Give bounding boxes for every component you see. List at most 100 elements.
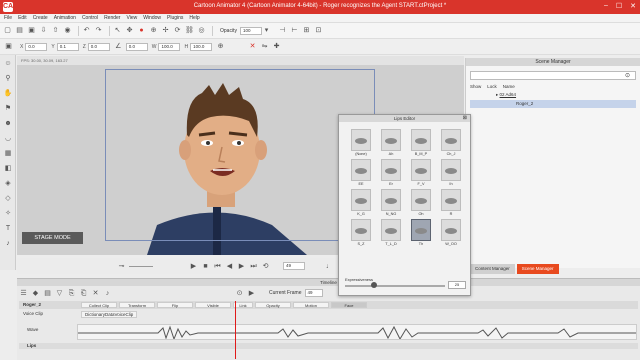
text-icon[interactable]: T xyxy=(2,223,14,235)
tab-collect-clip[interactable]: Collect Clip xyxy=(81,302,117,308)
puppet-icon[interactable]: ✋ xyxy=(2,88,14,100)
stop-icon[interactable]: ■ xyxy=(201,262,210,271)
tab-face[interactable]: Face xyxy=(331,302,367,308)
menu-render[interactable]: Render xyxy=(104,14,120,23)
fx-icon[interactable]: ✧ xyxy=(2,208,14,220)
viseme-er[interactable]: Er xyxy=(377,159,405,186)
current-frame-field[interactable]: 49 xyxy=(304,289,323,297)
menu-window[interactable]: Window xyxy=(143,14,161,23)
scene-search-icon[interactable]: ⊙ xyxy=(625,72,630,79)
reset-icon[interactable]: ✕ xyxy=(248,42,257,51)
audio-waveform[interactable] xyxy=(77,324,637,340)
menu-view[interactable]: View xyxy=(126,14,137,23)
viseme--none-[interactable]: (None) xyxy=(347,129,375,156)
scene-item-roger[interactable]: Roger_2 xyxy=(470,100,636,108)
previous-key-icon[interactable]: ⏮ xyxy=(213,262,222,271)
viseme-f-v[interactable]: F_V xyxy=(407,159,435,186)
tab-visible[interactable]: Visible xyxy=(195,302,231,308)
align-center-icon[interactable]: ⊢ xyxy=(290,26,299,35)
viseme-n-ng[interactable]: N_NG xyxy=(377,189,405,216)
track-name[interactable]: Roger_2 xyxy=(23,301,41,309)
record-icon[interactable]: ● xyxy=(137,26,146,35)
record-key-icon[interactable]: ⊙ xyxy=(235,289,244,298)
viseme-ah[interactable]: Ah xyxy=(377,129,405,156)
open-project-icon[interactable]: ▤ xyxy=(15,26,24,35)
new-project-icon[interactable]: ▢ xyxy=(3,26,12,35)
menu-help[interactable]: Help xyxy=(189,14,199,23)
face-icon[interactable]: ☻ xyxy=(2,118,14,130)
snap-icon[interactable]: ⊡ xyxy=(314,26,323,35)
menu-control[interactable]: Control xyxy=(82,14,98,23)
lock-ratio-icon[interactable]: ⊕ xyxy=(216,42,225,51)
viseme-t-l-d[interactable]: T_L_D xyxy=(377,219,405,246)
prop-icon[interactable]: ◈ xyxy=(2,178,14,190)
delete-key-icon[interactable]: ✕ xyxy=(91,289,100,298)
menu-animation[interactable]: Animation xyxy=(54,14,76,23)
audio-icon[interactable]: ♪ xyxy=(2,238,14,250)
voice-clip-name[interactable]: DictionaryDataVoiceClip xyxy=(81,311,138,318)
opacity-field[interactable]: 100 xyxy=(239,26,262,35)
export-icon[interactable]: ⇧ xyxy=(51,26,60,35)
flip-icon[interactable]: ⇋ xyxy=(260,42,269,51)
timeline-playhead[interactable] xyxy=(235,301,236,359)
viseme-th[interactable]: Th xyxy=(407,219,435,246)
viseme-ee[interactable]: EE xyxy=(347,159,375,186)
camera-icon[interactable]: ◧ xyxy=(2,163,14,175)
play-range-icon[interactable]: ▶ xyxy=(247,289,256,298)
tab-link[interactable]: Link xyxy=(233,302,253,308)
tab-flip[interactable]: Flip xyxy=(157,302,193,308)
minimize-icon[interactable]: – xyxy=(604,2,608,10)
link-icon[interactable]: ⛓ xyxy=(185,26,194,35)
scene-search-input[interactable] xyxy=(470,71,636,80)
sprite-icon[interactable]: ▦ xyxy=(2,148,14,160)
copy-key-icon[interactable]: ⎘ xyxy=(67,289,76,298)
x-field[interactable]: 0.0 xyxy=(25,42,48,51)
menu-plugins[interactable]: Plugins xyxy=(167,14,183,23)
import-icon[interactable]: ⇩ xyxy=(39,26,48,35)
h-field[interactable]: 100.0 xyxy=(190,42,213,51)
layer-icon[interactable]: ▤ xyxy=(43,289,52,298)
next-frame-icon[interactable]: ▶ xyxy=(237,262,246,271)
lips-icon[interactable]: ◡ xyxy=(2,133,14,145)
viseme-oh[interactable]: Oh xyxy=(407,189,435,216)
tab-scene-manager[interactable]: Scene Manager xyxy=(516,264,559,274)
menu-create[interactable]: Create xyxy=(33,14,48,23)
z-field[interactable]: 0.0 xyxy=(87,42,110,51)
w-field[interactable]: 100.0 xyxy=(158,42,181,51)
menu-file[interactable]: File xyxy=(4,14,12,23)
tab-transform[interactable]: Transform xyxy=(119,302,155,308)
zoom-icon[interactable]: ⊕ xyxy=(149,26,158,35)
viseme-ch-j[interactable]: Ch_J xyxy=(437,129,465,156)
y-field[interactable]: 0.1 xyxy=(56,42,79,51)
audio-track-icon[interactable]: ♪ xyxy=(103,289,112,298)
track-list-icon[interactable]: ☰ xyxy=(19,289,28,298)
viseme-w-oo[interactable]: W_OO xyxy=(437,219,465,246)
viseme-b-m-p[interactable]: B_M_P xyxy=(407,129,435,156)
dropdown-icon[interactable]: ▾ xyxy=(262,26,271,35)
viseme-s-z[interactable]: S_Z xyxy=(347,219,375,246)
pan-icon[interactable]: ✥ xyxy=(125,26,134,35)
viseme-k-g[interactable]: K_G xyxy=(347,189,375,216)
close-icon[interactable]: ✕ xyxy=(630,2,636,10)
render-icon[interactable]: ◉ xyxy=(63,26,72,35)
undo-icon[interactable]: ↶ xyxy=(82,26,91,35)
expressiveness-slider-handle[interactable] xyxy=(371,282,377,288)
rotate-icon[interactable]: ⟳ xyxy=(173,26,182,35)
menu-edit[interactable]: Edit xyxy=(18,14,27,23)
next-key-icon[interactable]: ⏭ xyxy=(249,262,258,271)
paste-key-icon[interactable]: ⎗ xyxy=(79,289,88,298)
key-icon[interactable]: ◆ xyxy=(31,289,40,298)
tab-motion[interactable]: Motion xyxy=(293,302,329,308)
grid-icon[interactable]: ⊞ xyxy=(302,26,311,35)
bone-icon[interactable]: ⚲ xyxy=(2,73,14,85)
tab-opacity[interactable]: Opacity xyxy=(255,302,291,308)
loop-icon[interactable]: ⟲ xyxy=(261,262,270,271)
preview-icon[interactable]: ◎ xyxy=(197,26,206,35)
redo-icon[interactable]: ↷ xyxy=(94,26,103,35)
filter-icon[interactable]: ▽ xyxy=(55,289,64,298)
save-icon[interactable]: ▣ xyxy=(27,26,36,35)
expressiveness-slider[interactable] xyxy=(345,285,445,287)
expressiveness-field[interactable]: 25 xyxy=(448,281,466,289)
play-icon[interactable]: ▶ xyxy=(189,262,198,271)
motion-icon[interactable]: ⚑ xyxy=(2,103,14,115)
